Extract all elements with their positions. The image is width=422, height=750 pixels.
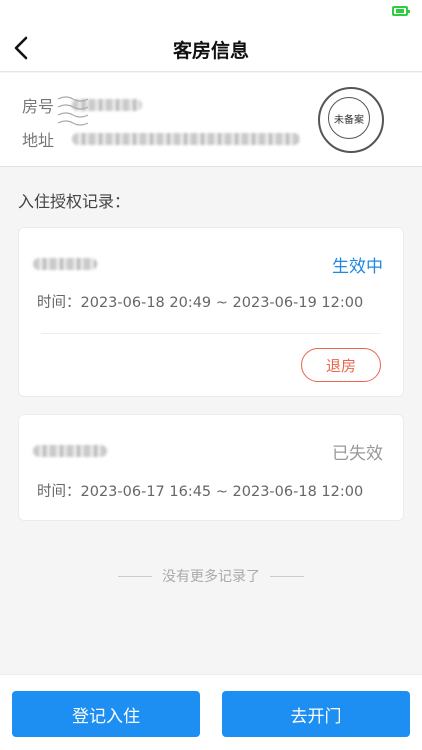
status-bar	[0, 0, 422, 22]
address-value-redacted	[72, 133, 300, 145]
record-time: 时间：2023-06-17 16:45 ~ 2023-06-18 12:00	[37, 484, 364, 500]
divider	[41, 333, 381, 334]
guest-name-redacted	[33, 445, 107, 457]
stamp-text: 未备案	[328, 97, 370, 139]
room-info-card: 房号 地址 未备案	[0, 73, 422, 167]
guest-name-redacted	[33, 258, 97, 270]
address-label: 地址	[22, 131, 55, 150]
navigation-bar: 客房信息	[0, 22, 422, 72]
postmark-lines-icon	[58, 96, 88, 126]
record-time: 时间：2023-06-18 20:49 ~ 2023-06-19 12:00	[37, 295, 364, 311]
battery-icon	[392, 6, 410, 16]
unregistered-stamp: 未备案	[318, 87, 384, 153]
status-badge: 生效中	[332, 257, 383, 277]
checkout-button[interactable]: 退房	[301, 348, 381, 382]
record-card: 生效中 时间：2023-06-18 20:49 ~ 2023-06-19 12:…	[18, 227, 404, 397]
record-card: 已失效 时间：2023-06-17 16:45 ~ 2023-06-18 12:…	[18, 414, 404, 521]
address-row: 地址	[22, 127, 300, 151]
checkin-button[interactable]: 登记入住	[12, 691, 200, 737]
status-badge: 已失效	[332, 444, 383, 464]
bottom-action-bar: 登记入住 去开门	[0, 674, 422, 750]
page-title: 客房信息	[172, 40, 249, 62]
end-of-list-text: 没有更多记录了	[162, 569, 260, 585]
records-section-title: 入住授权记录：	[18, 192, 131, 211]
end-of-list-indicator: 没有更多记录了	[0, 566, 422, 586]
open-door-button[interactable]: 去开门	[222, 691, 410, 737]
